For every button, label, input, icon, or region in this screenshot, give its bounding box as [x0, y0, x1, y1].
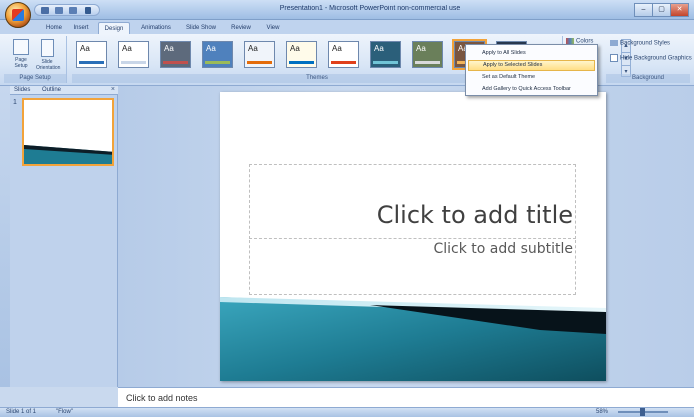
- page-setup-group-label: Page Setup: [4, 74, 66, 83]
- tab-view[interactable]: View: [262, 22, 284, 34]
- tab-review[interactable]: Review: [228, 22, 254, 34]
- theme-color-bar: [79, 61, 104, 64]
- minimize-button[interactable]: –: [634, 3, 653, 17]
- tab-home[interactable]: Home: [44, 22, 64, 34]
- theme-color-bar: [331, 61, 356, 64]
- theme-color-bar: [289, 61, 314, 64]
- window-controls: – ▢ ✕: [634, 3, 690, 17]
- tab-slide-show[interactable]: Slide Show: [182, 22, 220, 34]
- page-setup-button[interactable]: Page Setup: [10, 38, 32, 72]
- tab-outline[interactable]: Outline: [42, 87, 61, 94]
- undo-icon[interactable]: [55, 7, 63, 14]
- theme-tile[interactable]: Aa: [412, 41, 443, 68]
- theme-tile[interactable]: Aa: [118, 41, 149, 68]
- slide-canvas[interactable]: Click to add title Click to add subtitle: [220, 92, 606, 381]
- theme-color-bar: [373, 61, 398, 64]
- hide-background-label: Hide Background Graphics: [620, 55, 692, 62]
- status-bar: Slide 1 of 1 "Flow" 58%: [0, 407, 694, 417]
- slide-count: Slide 1 of 1: [6, 409, 37, 415]
- office-logo-icon: [12, 9, 24, 21]
- zoom-slider-handle[interactable]: [640, 408, 645, 416]
- slide-orientation-label: Slide Orientation: [36, 59, 61, 71]
- office-button[interactable]: [5, 2, 31, 28]
- background-styles-icon: [610, 40, 618, 46]
- save-icon[interactable]: [41, 7, 49, 14]
- theme-tile[interactable]: Aa: [328, 41, 359, 68]
- background-group: Background Styles Hide Background Graphi…: [606, 36, 692, 83]
- menu-item-apply-all[interactable]: Apply to All Slides: [468, 48, 595, 59]
- close-pane-icon[interactable]: ×: [111, 86, 115, 93]
- tab-animations[interactable]: Animations: [136, 22, 176, 34]
- theme-tile[interactable]: Aa: [160, 41, 191, 68]
- quick-access-toolbar: [34, 4, 100, 16]
- menu-item-set-default[interactable]: Set as Default Theme: [468, 72, 595, 83]
- title-placeholder[interactable]: Click to add title: [249, 164, 576, 239]
- subtitle-placeholder-text: Click to add subtitle: [433, 241, 573, 257]
- slide-thumbnail-number: 1: [13, 99, 17, 106]
- maximize-button[interactable]: ▢: [652, 3, 671, 17]
- theme-tile[interactable]: Aa: [244, 41, 275, 68]
- theme-tile[interactable]: Aa: [370, 41, 401, 68]
- page-setup-group: Page Setup Slide Orientation Page Setup: [4, 36, 67, 83]
- background-styles-button[interactable]: Background Styles: [610, 40, 670, 47]
- slide-orientation-button[interactable]: Slide Orientation: [36, 38, 61, 72]
- tab-insert[interactable]: Insert: [70, 22, 92, 34]
- background-styles-label: Background Styles: [620, 40, 671, 47]
- theme-tile[interactable]: Aa: [202, 41, 233, 68]
- theme-tile[interactable]: Aa: [286, 41, 317, 68]
- thumbnail-graphic: [24, 145, 112, 164]
- theme-tile[interactable]: Aa: [76, 41, 107, 68]
- orientation-icon: [40, 39, 54, 57]
- theme-color-bar: [415, 61, 440, 64]
- subtitle-placeholder[interactable]: Click to add subtitle: [249, 240, 576, 295]
- notes-placeholder: Click to add notes: [126, 393, 198, 403]
- theme-color-bar: [163, 61, 188, 64]
- background-group-label: Background: [606, 74, 690, 83]
- page-setup-icon: [13, 39, 29, 55]
- theme-context-menu: Apply to All Slides Apply to Selected Sl…: [465, 44, 598, 96]
- redo-icon[interactable]: [69, 7, 77, 14]
- window-title: Presentation1 - Microsoft PowerPoint non…: [279, 5, 461, 12]
- ribbon-tabs: Home Insert Design Animations Slide Show…: [0, 20, 694, 35]
- theme-color-bar: [247, 61, 272, 64]
- title-placeholder-text: Click to add title: [376, 201, 573, 229]
- slides-pane-tabs: Slides Outline ×: [10, 86, 118, 95]
- slide-thumbnail[interactable]: [22, 98, 114, 166]
- notes-pane[interactable]: Click to add notes: [118, 387, 694, 407]
- theme-color-bar: [121, 61, 146, 64]
- zoom-level[interactable]: 58%: [596, 409, 608, 415]
- theme-color-bar: [205, 61, 230, 64]
- menu-item-add-to-qat[interactable]: Add Gallery to Quick Access Toolbar: [468, 84, 595, 95]
- checkbox-icon: [610, 54, 618, 62]
- theme-name: "Flow": [56, 409, 73, 415]
- tab-slides[interactable]: Slides: [14, 87, 30, 94]
- page-setup-button-label: Page Setup: [14, 57, 28, 69]
- customize-qat-icon[interactable]: [85, 7, 91, 14]
- hide-background-checkbox[interactable]: Hide Background Graphics: [610, 54, 692, 62]
- menu-item-apply-selected[interactable]: Apply to Selected Slides: [468, 60, 595, 71]
- close-button[interactable]: ✕: [670, 3, 689, 17]
